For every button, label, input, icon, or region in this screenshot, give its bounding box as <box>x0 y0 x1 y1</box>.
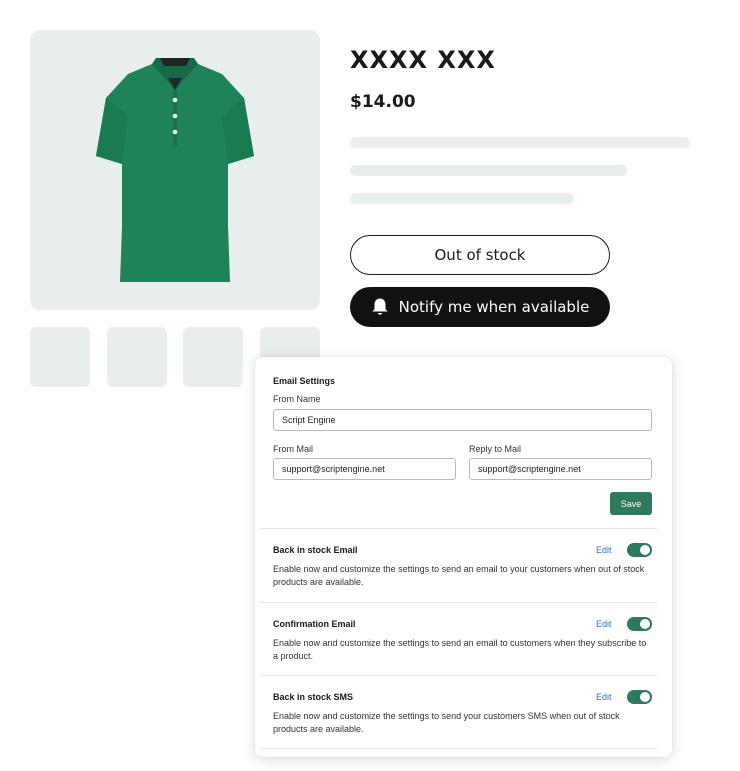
edit-back-in-stock-sms-link[interactable]: Edit <box>596 692 612 702</box>
thumbnail-1[interactable] <box>30 327 90 387</box>
reply-to-label: Reply to Mail <box>469 444 522 454</box>
polo-shirt-image <box>96 58 254 282</box>
confirmation-email-toggle[interactable] <box>627 617 652 631</box>
from-mail-value: support@scriptengine.net <box>282 464 385 474</box>
section-title-back-in-stock-sms: Back in stock SMS <box>273 692 354 702</box>
settings-title: Email Settings <box>273 376 336 386</box>
from-name-value: Script Engine <box>282 415 336 425</box>
thumbnail-3[interactable] <box>183 327 243 387</box>
description-placeholder-line <box>350 193 574 204</box>
section-title-back-in-stock-email: Back in stock Email <box>273 545 358 555</box>
back-in-stock-email-toggle[interactable] <box>627 543 652 557</box>
product-price: $14.00 <box>350 92 416 112</box>
product-main-image[interactable] <box>30 30 320 310</box>
divider <box>260 528 657 529</box>
divider <box>260 602 657 603</box>
save-button[interactable]: Save <box>610 492 652 515</box>
bell-icon <box>372 298 388 315</box>
edit-confirmation-email-link[interactable]: Edit <box>596 619 612 629</box>
divider <box>260 675 657 676</box>
notify-me-button[interactable]: Notify me when available <box>350 287 610 327</box>
edit-back-in-stock-email-link[interactable]: Edit <box>596 545 612 555</box>
notify-me-label: Notify me when available <box>398 298 590 316</box>
toggle-knob <box>640 545 650 555</box>
from-name-input[interactable]: Script Engine <box>273 409 652 431</box>
toggle-knob <box>640 619 650 629</box>
out-of-stock-button[interactable]: Out of stock <box>350 235 610 275</box>
from-mail-input[interactable]: support@scriptengine.net <box>273 458 456 480</box>
email-settings-panel: Email Settings From Name Script Engine F… <box>255 357 672 757</box>
from-name-label: From Name <box>273 394 321 404</box>
section-description: Enable now and customize the settings to… <box>273 711 620 734</box>
back-in-stock-sms-toggle[interactable] <box>627 690 652 704</box>
section-description: Enable now and customize the settings to… <box>273 564 645 587</box>
toggle-knob <box>640 692 650 702</box>
section-title-confirmation-email: Confirmation Email <box>273 619 356 629</box>
divider <box>260 748 657 749</box>
description-placeholder-line <box>350 165 627 176</box>
description-placeholder-line <box>350 137 690 148</box>
out-of-stock-label: Out of stock <box>434 246 526 264</box>
section-description: Enable now and customize the settings to… <box>273 638 647 661</box>
reply-to-input[interactable]: support@scriptengine.net <box>469 458 652 480</box>
save-label: Save <box>620 498 642 509</box>
thumbnail-2[interactable] <box>107 327 167 387</box>
product-title: XXXX XXX <box>350 46 496 74</box>
from-mail-label: From Mail <box>273 444 313 454</box>
reply-to-value: support@scriptengine.net <box>478 464 581 474</box>
